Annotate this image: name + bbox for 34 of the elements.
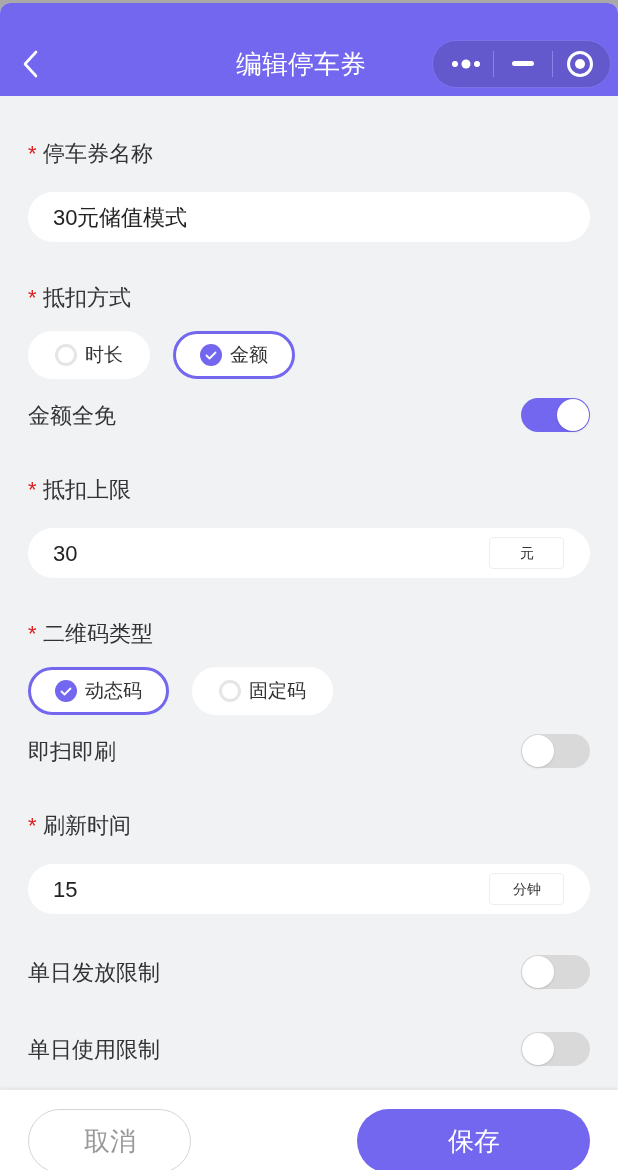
text-field[interactable]: 30元储值模式 [28, 192, 590, 242]
required-mark: * [28, 619, 37, 648]
field-label: 停车券名称 [42, 139, 153, 168]
toggle-switch[interactable] [521, 734, 590, 768]
toggle-switch[interactable] [521, 1032, 590, 1066]
check-circle-icon [200, 344, 222, 366]
switch-label: 单日发放限制 [28, 958, 160, 987]
save-button[interactable]: 保存 [357, 1109, 590, 1170]
toggle-switch[interactable] [521, 398, 590, 432]
page-title: 编辑停车券 [236, 47, 366, 81]
radio-option[interactable]: 金额 [173, 331, 295, 379]
target-icon[interactable] [566, 50, 594, 78]
radio-option[interactable]: 时长 [28, 331, 150, 379]
toggle-switch[interactable] [521, 955, 590, 989]
radio-option[interactable]: 动态码 [28, 667, 169, 715]
field-label: 抵扣方式 [42, 283, 131, 312]
switch-label: 即扫即刷 [28, 737, 116, 766]
unit-label: 元 [489, 537, 564, 569]
radio-option[interactable]: 固定码 [192, 667, 333, 715]
required-mark: * [28, 283, 37, 312]
field-label: 刷新时间 [42, 811, 131, 840]
input-field[interactable]: 15 分钟 [28, 864, 590, 914]
minimize-icon[interactable] [512, 61, 534, 67]
unit-label: 分钟 [489, 873, 564, 905]
field-label: 二维码类型 [42, 619, 153, 648]
required-mark: * [28, 475, 37, 504]
switch-label: 单日使用限制 [28, 1035, 160, 1064]
more-icon[interactable] [451, 59, 481, 69]
check-circle-icon [55, 680, 77, 702]
input-field[interactable]: 30 元 [28, 528, 590, 578]
required-mark: * [28, 139, 37, 168]
switch-label: 金额全免 [28, 401, 116, 430]
field-label: 抵扣上限 [42, 475, 131, 504]
required-mark: * [28, 811, 37, 840]
